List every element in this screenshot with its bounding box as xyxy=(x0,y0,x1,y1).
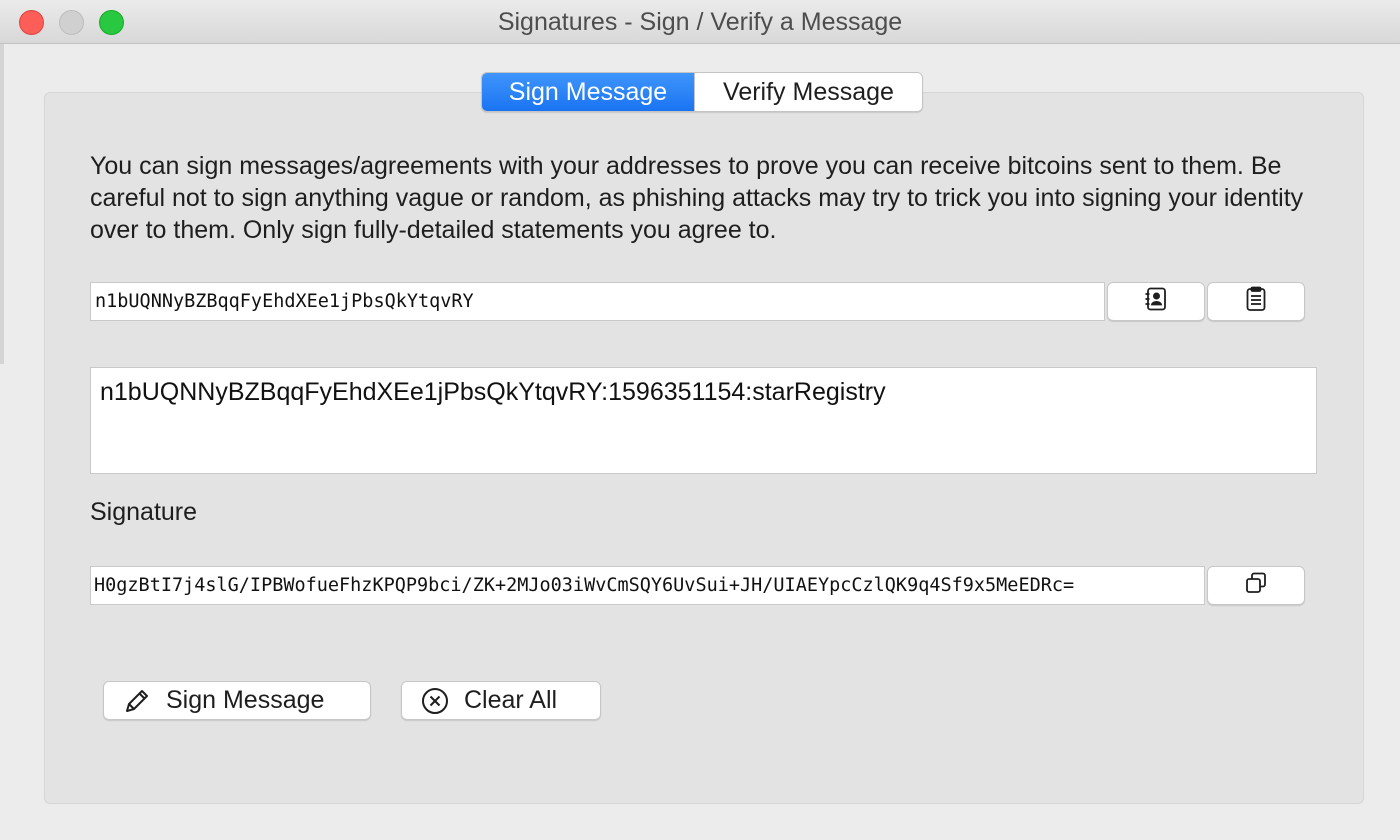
circle-x-icon xyxy=(420,686,450,716)
copy-signature-button[interactable] xyxy=(1207,566,1305,605)
tab-bar: Sign Message Verify Message xyxy=(481,72,923,112)
title-bar: Signatures - Sign / Verify a Message xyxy=(0,0,1400,44)
tab-verify-message[interactable]: Verify Message xyxy=(694,73,922,111)
clipboard-paste-icon xyxy=(1243,286,1269,317)
address-book-icon xyxy=(1143,286,1169,317)
copy-icon xyxy=(1243,570,1269,601)
sign-description: You can sign messages/agreements with yo… xyxy=(90,152,1304,244)
sign-message-button-label: Sign Message xyxy=(166,686,325,714)
address-book-button[interactable] xyxy=(1107,282,1205,321)
sign-message-button[interactable]: Sign Message xyxy=(103,681,371,720)
window-edge xyxy=(0,44,4,364)
message-textarea[interactable]: n1bUQNNyBZBqqFyEhdXEe1jPbsQkYtqvRY:15963… xyxy=(90,367,1317,474)
clear-all-button[interactable]: Clear All xyxy=(401,681,601,720)
paste-button[interactable] xyxy=(1207,282,1305,321)
tab-sign-message[interactable]: Sign Message xyxy=(482,73,694,111)
address-field[interactable]: n1bUQNNyBZBqqFyEhdXEe1jPbsQkYtqvRY xyxy=(90,282,1105,321)
signature-label: Signature xyxy=(90,498,198,526)
clear-all-button-label: Clear All xyxy=(464,686,558,714)
window-title: Signatures - Sign / Verify a Message xyxy=(497,8,903,36)
pencil-icon xyxy=(122,686,152,716)
signature-field[interactable]: H0gzBtI7j4slG/IPBWofueFhzKPQP9bci/ZK+2MJ… xyxy=(90,566,1205,605)
